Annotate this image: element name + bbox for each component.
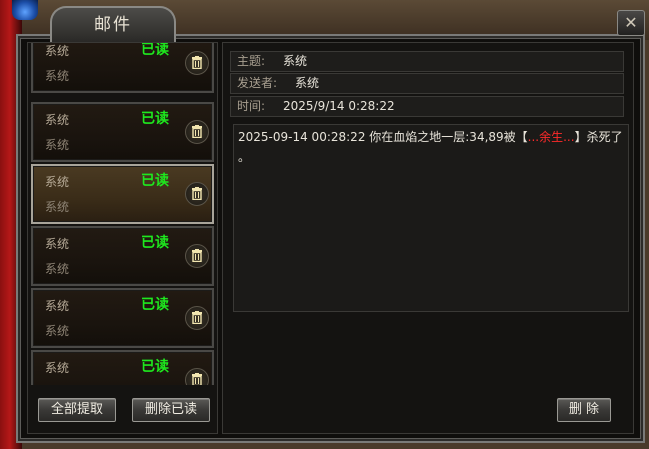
mail-item-sender: 系统 [45,200,70,214]
mail-list[interactable]: 系统 系统 已读 系统 系统 已读 系统 系统 已读 系统 系统 已读 系统 系… [28,43,217,385]
mail-item-status: 已读 [141,173,169,189]
sender-label: 发送者: [237,76,278,90]
mail-item-status: 已读 [141,235,169,251]
delete-read-button[interactable]: 删除已读 [132,398,210,422]
mail-body-text: 2025-09-14 00:28:22 你在血焰之地一层:34,89被【 [238,130,528,144]
close-icon: ✕ [624,13,638,32]
time-row: 时间: 2025/9/14 0:28:22 [230,96,624,117]
mail-item[interactable]: 系统 系统 已读 [31,226,214,286]
subject-value: 系统 [283,54,308,68]
mail-item-selected[interactable]: 系统 系统 已读 [31,164,214,224]
claim-all-button[interactable]: 全部提取 [38,398,116,422]
time-value: 2025/9/14 0:28:22 [283,99,395,113]
mail-item-subject: 系统 [45,113,70,127]
time-label: 时间: [237,99,266,113]
mail-body: 2025-09-14 00:28:22 你在血焰之地一层:34,89被【...余… [233,124,629,312]
trash-icon[interactable] [185,51,209,75]
mail-item[interactable]: 系统 系统 已读 [31,288,214,348]
mail-item-status: 已读 [141,43,169,58]
subject-label: 主题: [237,54,266,68]
mail-body-text-suffix: 】杀死了 [574,130,623,144]
sender-row: 发送者: 系统 [230,73,624,94]
mail-item-status: 已读 [141,359,169,375]
window-title: 邮件 [50,6,176,42]
delete-button[interactable]: 删 除 [557,398,611,422]
game-orb-icon [12,0,38,20]
trash-icon[interactable] [185,368,209,385]
trash-icon[interactable] [185,120,209,144]
subject-row: 主题: 系统 [230,51,624,72]
close-button[interactable]: ✕ [617,10,645,36]
mail-item-subject: 系统 [45,237,70,251]
mail-body-end: 。 [238,150,251,164]
mail-list-panel: 系统 系统 已读 系统 系统 已读 系统 系统 已读 系统 系统 已读 系统 系… [27,42,218,434]
mail-detail-panel: 主题: 系统 发送者: 系统 时间: 2025/9/14 0:28:22 202… [222,42,634,434]
mail-item-subject: 系统 [45,361,70,375]
mail-item-sender: 系统 [45,262,70,276]
trash-icon[interactable] [185,244,209,268]
trash-icon[interactable] [185,306,209,330]
mail-item-subject: 系统 [45,175,70,189]
mail-item-subject: 系统 [45,299,70,313]
mail-item-sender: 系统 [45,384,69,385]
mail-item[interactable]: 系统 系统 已读 [31,102,214,162]
mail-item-subject: 系统 [45,44,70,58]
killer-name: ...余生... [527,130,575,144]
mail-item[interactable]: 系统 系统 已读 [31,350,214,385]
mail-item[interactable]: 系统 系统 已读 [31,43,214,93]
mail-item-status: 已读 [141,111,169,127]
mail-item-sender: 系统 [45,138,70,152]
sender-value: 系统 [295,76,320,90]
mail-item-sender: 系统 [45,324,70,338]
trash-icon[interactable] [185,182,209,206]
mail-item-sender: 系统 [45,69,70,83]
mail-item-status: 已读 [141,297,169,313]
